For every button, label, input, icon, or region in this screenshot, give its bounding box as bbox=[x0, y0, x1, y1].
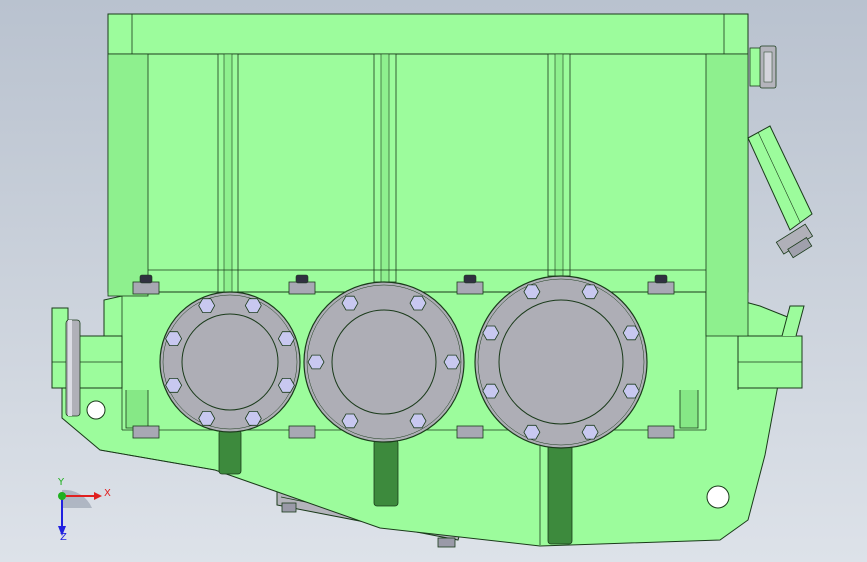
triad-z-label: Z bbox=[60, 532, 67, 543]
cover-bolt-icon bbox=[244, 410, 262, 426]
cover-bolt-icon bbox=[622, 383, 640, 399]
cover-bolt-icon bbox=[443, 354, 461, 370]
oil-dipstick[interactable] bbox=[65, 319, 81, 417]
cover-bolt-icon bbox=[523, 284, 541, 300]
gearbox-model[interactable] bbox=[0, 0, 867, 562]
cover-bolt-icon bbox=[341, 413, 359, 429]
cover-bolt-icon bbox=[482, 383, 500, 399]
bearing-cover-left[interactable] bbox=[159, 291, 301, 433]
flange-bolt-bottom-3 bbox=[647, 425, 675, 439]
breather-pipe[interactable] bbox=[747, 125, 817, 261]
cover-bolt-icon bbox=[341, 295, 359, 311]
cover-bolt-icon bbox=[409, 413, 427, 429]
flange-bolt-bottom-0 bbox=[132, 425, 160, 439]
cover-bolt-icon bbox=[307, 354, 325, 370]
bearing-covers[interactable] bbox=[159, 275, 648, 449]
triad-x-label: X bbox=[104, 488, 111, 499]
graphics-viewport[interactable]: X Y Z bbox=[0, 0, 867, 562]
cover-bolt-icon bbox=[165, 331, 183, 347]
triad-y-label: Y bbox=[58, 477, 65, 488]
cover-bolt-icon bbox=[277, 377, 295, 393]
cover-bolt-icon bbox=[244, 298, 262, 314]
cover-bolt-icon bbox=[581, 284, 599, 300]
cover-bolt-icon bbox=[581, 424, 599, 440]
cover-bolt-icon bbox=[482, 325, 500, 341]
cover-bolt-icon bbox=[409, 295, 427, 311]
bearing-cover-right[interactable] bbox=[474, 275, 648, 449]
cover-bolt-icon bbox=[523, 424, 541, 440]
flange-bolt-bottom-2 bbox=[456, 425, 484, 439]
cover-bolt-icon bbox=[198, 298, 216, 314]
coordinate-triad: X Y Z bbox=[40, 478, 120, 548]
cover-bolt-icon bbox=[198, 410, 216, 426]
bearing-cover-middle[interactable] bbox=[303, 281, 465, 443]
cover-bolt-icon bbox=[622, 325, 640, 341]
cover-bolt-icon bbox=[277, 331, 295, 347]
cover-bolt-icon bbox=[165, 377, 183, 393]
vent-plug[interactable] bbox=[749, 45, 777, 89]
flange-bolt-bottom-1 bbox=[288, 425, 316, 439]
